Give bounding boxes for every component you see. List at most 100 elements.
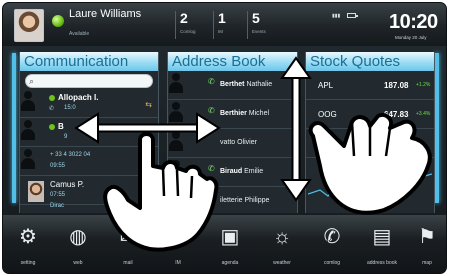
status-bar: Laure Williams Available 2 Comlog 1 IM 5… <box>3 3 446 46</box>
list-item[interactable]: vatto Olivier <box>168 130 297 158</box>
dock-item-setting[interactable]: ⚙ setting <box>5 219 51 273</box>
comlog-label: Comlog <box>180 29 196 34</box>
stock-price: 187.08 <box>384 81 409 90</box>
dock-label: setting <box>20 260 36 266</box>
list-item[interactable]: ✆ Berthet Nathalie <box>168 72 297 100</box>
list-item[interactable]: Camus P. 07:55 <box>20 177 158 205</box>
dock-item-agenda[interactable]: ▣ agenda <box>207 219 253 273</box>
im-count: 1 <box>218 10 226 26</box>
app-dock: ⚙ setting ◍ web ✉ mail ✎ IM ▣ agenda ☼ w… <box>3 215 446 273</box>
presence-icon <box>49 95 55 101</box>
contact-first-name: Michel <box>248 110 270 117</box>
calendar-icon: ▣ <box>220 226 240 248</box>
contact-time: 15:0 <box>64 105 76 111</box>
stock-price: 647.83 <box>384 110 409 119</box>
contact-time: 9 <box>64 134 68 140</box>
globe-icon: ◍ <box>69 226 87 248</box>
communication-panel[interactable]: Communication ⌕ Allopach I. 15:0 ✆ ⇆ B 9… <box>19 52 159 213</box>
dock-item-comlog[interactable]: ✆ comlog <box>309 219 355 273</box>
panel-scroll-edge-left <box>12 53 16 203</box>
dock-item-address-book[interactable]: ▤ address book <box>359 219 405 273</box>
list-item[interactable]: Dirac <box>20 202 158 213</box>
list-item[interactable]: + 33 4 3022 04 09:55 <box>20 148 158 176</box>
dock-label: comlog <box>323 260 341 266</box>
address-book-icon: ▤ <box>372 226 392 248</box>
contact-last-name: Berthet <box>220 81 245 88</box>
presence-icon <box>49 124 55 130</box>
device-screen: Laure Williams Available 2 Comlog 1 IM 5… <box>2 2 447 274</box>
mail-icon: ✉ <box>119 226 137 248</box>
stock-quotes-panel[interactable]: Stock Quotes APL 187.08 +1.2% OOG 647.83… <box>305 52 435 213</box>
sparkline-path <box>308 169 432 197</box>
gears-icon: ⚙ <box>19 226 37 248</box>
contact-name: Berthet Nathalie <box>220 81 272 88</box>
stock-change: +1.2% <box>416 82 431 88</box>
contact-last-name: Biraud <box>220 168 243 175</box>
communication-title: Communication <box>20 52 158 71</box>
user-avatar[interactable] <box>14 9 44 42</box>
contact-silhouette-icon <box>168 188 184 209</box>
communication-search[interactable]: ⌕ <box>25 74 153 93</box>
contact-name: Allopach I. <box>58 93 99 102</box>
contact-first-name: Nathalie <box>246 81 273 88</box>
presence-status-icon[interactable] <box>52 15 64 27</box>
phone-icon: ✆ <box>208 77 215 86</box>
dock-item-weather[interactable]: ☼ weather <box>259 219 305 273</box>
contact-time: 07:55 <box>50 192 66 198</box>
dock-item-im[interactable]: ✎ IM <box>155 219 201 273</box>
contact-first-name: Emilie <box>244 168 264 175</box>
clock-date: Monday 20 July <box>395 35 427 40</box>
list-item[interactable]: B 9 <box>20 119 158 147</box>
contact-last-name: Berthier <box>220 110 247 117</box>
phone-icon: ✆ <box>208 106 215 115</box>
dock-label: map <box>422 260 432 266</box>
stock-symbol: SFT <box>318 139 334 148</box>
contact-name: B <box>58 122 64 131</box>
contact-name: Dirac <box>50 203 65 209</box>
phone-icon: ✆ <box>323 226 341 248</box>
stock-row[interactable]: APL 187.08 +1.2% <box>306 72 434 100</box>
signal-icon: ▮▮▮ <box>332 13 341 19</box>
dock-label: web <box>73 260 83 266</box>
list-item[interactable]: ✆ Berthier Michel <box>168 101 297 129</box>
comlog-counter[interactable]: 2 Comlog <box>175 11 209 39</box>
contact-number: + 33 4 3022 04 <box>50 152 91 158</box>
contact-silhouette-icon <box>20 119 36 140</box>
stock-symbol: APL <box>318 81 334 90</box>
contact-name: Berthier Michel <box>220 110 269 117</box>
chat-icon: ✎ <box>169 226 187 248</box>
stock-row[interactable]: OOG 647.83 +3.4% <box>306 101 434 129</box>
stock-quotes-title: Stock Quotes <box>306 52 434 71</box>
transfer-icon[interactable]: ⇆ <box>145 100 152 109</box>
events-count: 5 <box>252 10 260 26</box>
events-label: Events <box>252 29 266 34</box>
contact-silhouette-icon <box>168 72 184 93</box>
events-counter[interactable]: 5 Events <box>247 11 281 39</box>
contact-silhouette-icon <box>168 130 184 151</box>
list-item[interactable]: ✆ Biraud Emilie <box>168 159 297 187</box>
panel-scroll-edge-right <box>435 53 439 203</box>
user-state: Available <box>69 31 90 37</box>
stock-symbol: OOG <box>318 110 337 119</box>
search-icon: ⌕ <box>29 76 35 86</box>
dock-label: mail <box>123 260 133 266</box>
battery-icon <box>347 13 358 18</box>
phone-icon: ✆ <box>208 164 215 173</box>
contact-silhouette-icon <box>168 159 184 180</box>
contact-name: iletterie Philippe <box>220 197 269 204</box>
phone-small-icon: ✆ <box>49 106 55 112</box>
im-counter[interactable]: 1 IM <box>213 11 247 39</box>
dock-item-web[interactable]: ◍ web <box>55 219 101 273</box>
dock-item-map[interactable]: ⚑ map <box>407 219 446 273</box>
dock-label: weather <box>273 260 291 266</box>
dock-label: agenda <box>221 260 239 266</box>
stock-sparkline <box>308 169 432 197</box>
list-item[interactable]: Allopach I. 15:0 ✆ ⇆ <box>20 90 158 118</box>
contact-first-name: iletterie Philippe <box>220 197 270 204</box>
contact-silhouette-icon <box>20 148 36 169</box>
dock-item-mail[interactable]: ✉ mail <box>105 219 151 273</box>
address-book-panel[interactable]: Address Book ✆ Berthet Nathalie ✆ Berthi… <box>167 52 298 213</box>
contact-name: Camus P. <box>50 180 85 189</box>
stock-row[interactable]: SFT <box>306 130 434 158</box>
list-item[interactable]: iletterie Philippe <box>168 188 297 213</box>
